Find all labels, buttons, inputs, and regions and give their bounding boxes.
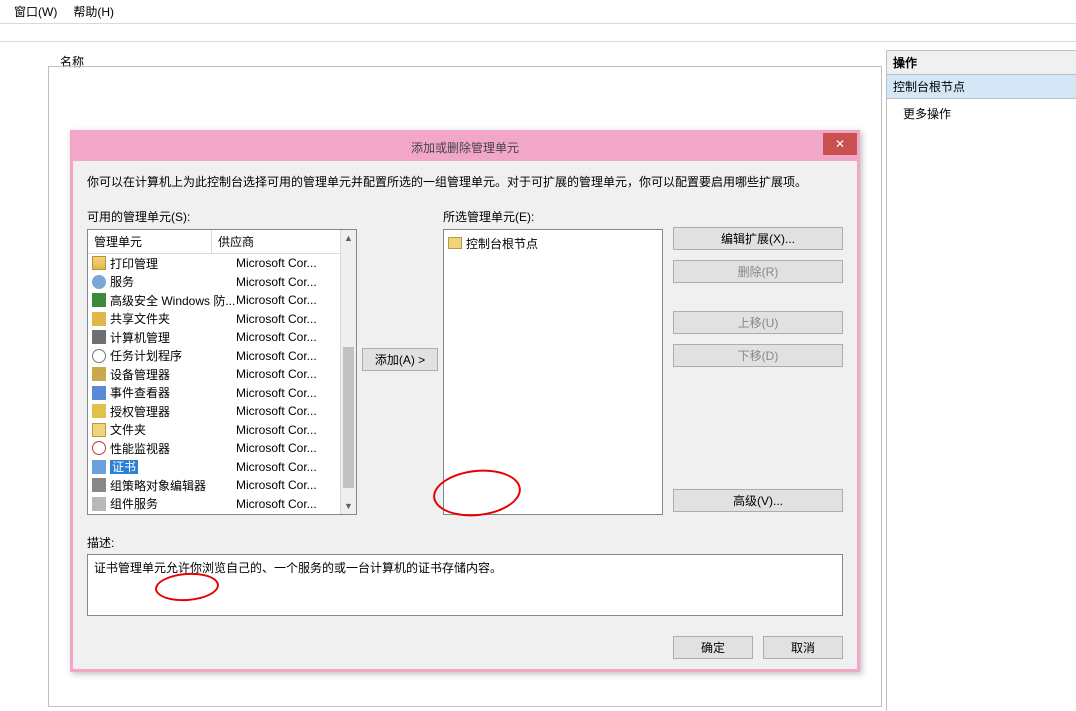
snapin-name: 文件夹 [110, 421, 236, 438]
snapin-vendor: Microsoft Cor... [236, 256, 317, 270]
snapin-name: 高级安全 Windows 防... [110, 292, 236, 309]
close-button[interactable]: ✕ [823, 133, 857, 155]
snapin-vendor: Microsoft Cor... [236, 293, 317, 307]
snapin-vendor: Microsoft Cor... [236, 441, 317, 455]
menubar: 窗口(W) 帮助(H) [0, 0, 1076, 24]
header-name[interactable]: 管理单元 [88, 230, 212, 253]
snapin-name: 打印管理 [110, 255, 236, 272]
list-item[interactable]: 打印管理Microsoft Cor... [88, 254, 340, 273]
available-snapins-list[interactable]: 管理单元 供应商 打印管理Microsoft Cor...服务Microsoft… [87, 229, 357, 515]
selected-root-row[interactable]: 控制台根节点 [448, 234, 658, 252]
snapin-icon [92, 404, 106, 418]
list-item[interactable]: 服务Microsoft Cor... [88, 273, 340, 292]
left-area: 名称 添加或删除管理单元 ✕ 你可以在计算机上为此控制台选择可用的管理单元并配置… [0, 50, 886, 711]
scrollbar[interactable]: ▲ ▼ [340, 230, 356, 514]
cancel-button[interactable]: 取消 [763, 636, 843, 659]
menu-window[interactable]: 窗口(W) [6, 1, 65, 22]
description-text: 证书管理单元允许你浏览自己的、一个服务的或一台计算机的证书存储内容。 [94, 561, 502, 575]
list-item[interactable]: 任务计划程序Microsoft Cor... [88, 347, 340, 366]
snapin-name: 授权管理器 [110, 403, 236, 420]
list-item[interactable]: 性能监视器Microsoft Cor... [88, 439, 340, 458]
dialog-titlebar[interactable]: 添加或删除管理单元 ✕ [73, 133, 857, 161]
menu-help[interactable]: 帮助(H) [65, 1, 122, 22]
advanced-button[interactable]: 高级(V)... [673, 489, 843, 512]
toolbar [0, 24, 1076, 42]
list-header[interactable]: 管理单元 供应商 [88, 230, 340, 254]
actions-pane: 操作 控制台根节点 更多操作 [886, 50, 1076, 711]
actions-more[interactable]: 更多操作 [887, 99, 1076, 128]
snapin-icon [92, 256, 106, 270]
list-item[interactable]: 组策略对象编辑器Microsoft Cor... [88, 476, 340, 495]
snapin-name: 设备管理器 [110, 366, 236, 383]
list-item[interactable]: 文件夹Microsoft Cor... [88, 421, 340, 440]
snapin-name: 任务计划程序 [110, 347, 236, 364]
remove-button[interactable]: 删除(R) [673, 260, 843, 283]
dialog-description: 你可以在计算机上为此控制台选择可用的管理单元并配置所选的一组管理单元。对于可扩展… [87, 173, 843, 190]
snapin-name: 计算机管理 [110, 329, 236, 346]
description-label: 描述: [87, 534, 843, 551]
workspace: 名称 添加或删除管理单元 ✕ 你可以在计算机上为此控制台选择可用的管理单元并配置… [0, 50, 1076, 711]
snapin-name: 性能监视器 [110, 440, 236, 457]
description-box: 证书管理单元允许你浏览自己的、一个服务的或一台计算机的证书存储内容。 [87, 554, 843, 616]
snapin-icon [92, 460, 106, 474]
list-item[interactable]: 计算机管理Microsoft Cor... [88, 328, 340, 347]
edit-extensions-button[interactable]: 编辑扩展(X)... [673, 227, 843, 250]
snapin-name: 证书 [110, 458, 236, 475]
scroll-up-icon[interactable]: ▲ [341, 230, 356, 246]
snapin-icon [92, 497, 106, 511]
list-item[interactable]: 共享文件夹Microsoft Cor... [88, 310, 340, 329]
available-label: 可用的管理单元(S): [87, 208, 357, 225]
snapin-icon [92, 386, 106, 400]
scroll-down-icon[interactable]: ▼ [341, 498, 356, 514]
selected-label: 所选管理单元(E): [443, 208, 663, 225]
move-down-button[interactable]: 下移(D) [673, 344, 843, 367]
list-item[interactable]: 证书Microsoft Cor... [88, 458, 340, 477]
snapin-vendor: Microsoft Cor... [236, 330, 317, 344]
list-item[interactable]: 事件查看器Microsoft Cor... [88, 384, 340, 403]
snapin-icon [92, 275, 106, 289]
snapin-vendor: Microsoft Cor... [236, 460, 317, 474]
snapin-icon [92, 423, 106, 437]
snapin-vendor: Microsoft Cor... [236, 367, 317, 381]
snapin-vendor: Microsoft Cor... [236, 497, 317, 511]
folder-icon [448, 237, 462, 249]
snapin-icon [92, 367, 106, 381]
list-item[interactable]: 授权管理器Microsoft Cor... [88, 402, 340, 421]
header-vendor[interactable]: 供应商 [212, 230, 340, 253]
move-up-button[interactable]: 上移(U) [673, 311, 843, 334]
snapin-vendor: Microsoft Cor... [236, 275, 317, 289]
list-item[interactable]: 组件服务Microsoft Cor... [88, 495, 340, 514]
snapin-name: 服务 [110, 273, 236, 290]
snapin-vendor: Microsoft Cor... [236, 386, 317, 400]
selected-snapins-list[interactable]: 控制台根节点 [443, 229, 663, 515]
snapin-name: 事件查看器 [110, 384, 236, 401]
snapin-icon [92, 330, 106, 344]
snapin-icon [92, 478, 106, 492]
list-body: 打印管理Microsoft Cor...服务Microsoft Cor...高级… [88, 254, 340, 513]
snapin-name: 共享文件夹 [110, 310, 236, 327]
selected-root-text: 控制台根节点 [466, 235, 538, 252]
snapin-icon [92, 349, 106, 363]
snapin-name: 组策略对象编辑器 [110, 477, 236, 494]
list-item[interactable]: 高级安全 Windows 防...Microsoft Cor... [88, 291, 340, 310]
add-button[interactable]: 添加(A) > [362, 348, 438, 371]
snapin-icon [92, 441, 106, 455]
snapin-vendor: Microsoft Cor... [236, 404, 317, 418]
snapin-vendor: Microsoft Cor... [236, 312, 317, 326]
dialog-title: 添加或删除管理单元 [411, 139, 519, 156]
snapin-name: 组件服务 [110, 495, 236, 512]
dialog-body: 你可以在计算机上为此控制台选择可用的管理单元并配置所选的一组管理单元。对于可扩展… [73, 161, 857, 669]
scroll-thumb[interactable] [343, 347, 354, 488]
snapin-vendor: Microsoft Cor... [236, 423, 317, 437]
actions-header: 操作 [887, 50, 1076, 75]
close-icon: ✕ [835, 137, 845, 151]
snapin-vendor: Microsoft Cor... [236, 478, 317, 492]
ok-button[interactable]: 确定 [673, 636, 753, 659]
snapin-icon [92, 293, 106, 307]
snapin-vendor: Microsoft Cor... [236, 349, 317, 363]
snapin-icon [92, 312, 106, 326]
list-item[interactable]: 设备管理器Microsoft Cor... [88, 365, 340, 384]
dialog-add-remove-snapins: 添加或删除管理单元 ✕ 你可以在计算机上为此控制台选择可用的管理单元并配置所选的… [70, 130, 860, 672]
actions-root-node[interactable]: 控制台根节点 [887, 75, 1076, 99]
